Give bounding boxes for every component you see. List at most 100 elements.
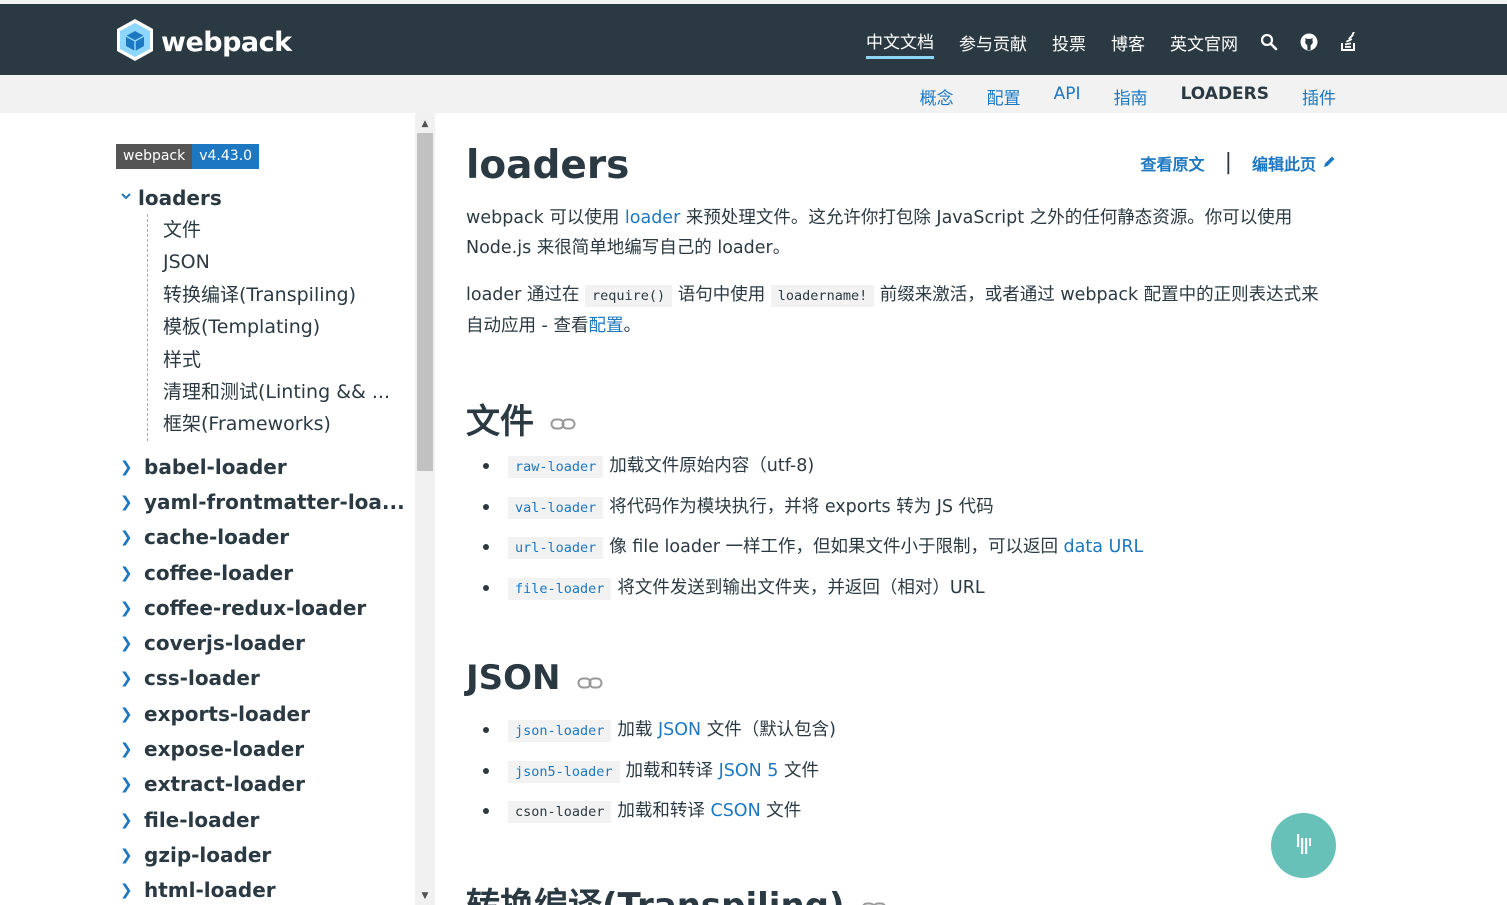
list-item: val-loader 将代码作为模块执行，并将 exports 转为 JS 代码 [483,487,1143,528]
site-logo[interactable]: webpack [115,18,292,66]
list-item-text-2: 文件 [760,801,802,822]
sidebar-item-file-loader[interactable]: ❯ file-loader [120,802,405,837]
sidebar-group-title[interactable]: loaders [120,184,390,212]
sidebar-subitem-styling[interactable]: 样式 [163,344,390,376]
loader-code-link[interactable]: json-loader [508,720,612,742]
loader-code-link[interactable]: json5-loader [508,760,620,783]
sidebar-item-yaml-frontmatter-loader[interactable]: ❯ yaml-frontmatter-loa... [120,484,405,519]
sidebar-item-extract-loader[interactable]: ❯ extract-loader [120,767,405,802]
gitter-icon [1296,833,1311,858]
sidebar-subitem-json[interactable]: JSON [163,246,390,278]
version-badge-label: webpack [116,144,193,169]
sidebar-loader-list: ❯ babel-loader ❯ yaml-frontmatter-loa... ❯… [120,449,405,905]
view-source-link[interactable]: 查看原文 [1141,151,1205,175]
chevron-right-icon: ❯ [120,881,133,900]
sidebar-subitem-files[interactable]: 文件 [163,214,390,246]
nav-item-contribute[interactable]: 参与贡献 [959,30,1027,58]
json5-link[interactable]: JSON 5 [719,761,779,781]
data-url-link[interactable]: data URL [1064,537,1144,557]
loader-code-link[interactable]: file-loader [508,577,612,600]
page-actions: 查看原文 | 编辑此页 [1141,150,1336,175]
loader-code: cson-loader [508,801,612,824]
subnav-item-loaders[interactable]: LOADERS [1181,84,1269,109]
sidebar-item-label: html-loader [144,878,276,903]
chevron-right-icon: ❯ [120,492,133,511]
sidebar-subitem-templating[interactable]: 模板(Templating) [163,311,390,343]
actions-divider: | [1224,150,1232,175]
sidebar-item-coverjs-loader[interactable]: ❯ coverjs-loader [120,625,405,660]
sidebar-sub-list: 文件 JSON 转换编译(Transpiling) 模板(Templating)… [147,214,390,441]
chevron-right-icon: ❯ [120,598,133,617]
sidebar-item-label: extract-loader [144,772,305,797]
list-item-text: 加载和转译 [617,801,711,822]
configuration-link[interactable]: 配置 [588,316,623,336]
json-link[interactable]: JSON [658,720,701,740]
subnav-item-guides[interactable]: 指南 [1114,84,1148,109]
scrollbar-thumb[interactable] [417,133,433,471]
loader-code-link[interactable]: val-loader [508,496,604,519]
sidebar-subitem-frameworks[interactable]: 框架(Frameworks) [163,408,390,440]
list-item-text: 加载和转译 [625,760,719,781]
sidebar-item-coffee-loader[interactable]: ❯ coffee-loader [120,555,405,590]
loader-code-link[interactable]: url-loader [508,537,604,560]
sidebar-item-label: cache-loader [144,525,290,550]
sidebar-item-label: coffee-redux-loader [144,595,367,620]
sidebar-item-label: file-loader [144,807,260,832]
list-item-text-2: 文件 [778,760,820,781]
subnav-item-plugins[interactable]: 插件 [1302,84,1336,109]
chevron-right-icon: ❯ [120,457,133,476]
github-icon[interactable] [1300,33,1318,55]
list-item-text: 加载 [617,720,658,740]
sidebar-item-gzip-loader[interactable]: ❯ gzip-loader [120,837,405,872]
sidebar-subitem-transpiling[interactable]: 转换编译(Transpiling) [163,279,390,311]
subnav-item-configuration[interactable]: 配置 [987,84,1021,109]
page-title: loaders [466,143,630,188]
nav-item-vote[interactable]: 投票 [1052,30,1086,58]
nav-item-docs-cn[interactable]: 中文文档 [866,28,934,59]
chevron-right-icon: ❯ [120,669,133,688]
sidebar-group-label: loaders [138,186,222,210]
chevron-right-icon: ❯ [120,634,133,653]
chevron-right-icon: ❯ [120,528,133,547]
link-icon[interactable] [577,658,603,698]
version-badge[interactable]: webpack v4.43.0 [116,144,260,169]
intro-paragraph: webpack 可以使用 loader 来预处理文件。这允许你打包除 JavaS… [466,203,1336,263]
list-item: json-loader 加载 JSON 文件（默认包含) [483,710,836,751]
sidebar-subitem-linting[interactable]: 清理和测试(Linting && ... [163,376,390,408]
sidebar-item-label: babel-loader [144,454,287,479]
link-icon[interactable] [861,883,887,905]
subnav-item-concepts[interactable]: 概念 [920,84,954,109]
sidebar-item-coffee-redux-loader[interactable]: ❯ coffee-redux-loader [120,590,405,625]
sidebar-scrollbar[interactable]: ▲ ▼ [415,113,435,905]
sidebar-item-cache-loader[interactable]: ❯ cache-loader [120,520,405,555]
sidebar-item-html-loader[interactable]: ❯ html-loader [120,873,405,905]
sidebar-item-css-loader[interactable]: ❯ css-loader [120,661,405,696]
loader-link[interactable]: loader [625,208,680,228]
list-item-text: 像 file loader 一样工作，但如果文件小于限制，可以返回 [609,537,1064,558]
subnav-item-api[interactable]: API [1054,84,1081,109]
nav-item-english-site[interactable]: 英文官网 [1170,30,1238,58]
edit-page-link[interactable]: 编辑此页 [1252,151,1316,175]
scroll-up-arrow-icon[interactable]: ▲ [415,115,435,133]
nav-item-blog[interactable]: 博客 [1111,30,1145,58]
webpack-cube-icon [115,18,155,66]
sub-nav-bar: 概念 配置 API 指南 LOADERS 插件 [0,75,1507,113]
json-loader-list: json-loader 加载 JSON 文件（默认包含) json5-loader… [483,710,836,832]
gitter-chat-button[interactable] [1271,813,1336,878]
loader-code-link[interactable]: raw-loader [508,456,604,478]
sidebar-item-exports-loader[interactable]: ❯ exports-loader [120,696,405,731]
stackoverflow-icon[interactable] [1340,30,1357,55]
sidebar-item-label: gzip-loader [144,842,272,867]
search-icon[interactable] [1260,33,1278,55]
sidebar-item-babel-loader[interactable]: ❯ babel-loader [120,449,405,484]
cson-link[interactable]: CSON [710,801,760,821]
scroll-down-arrow-icon[interactable]: ▼ [415,887,435,905]
list-item-text: 将代码作为模块执行，并将 exports 转为 JS 代码 [609,496,994,517]
files-loader-list: raw-loader 加载文件原始内容（utf-8) val-loader 将代码作… [483,446,1143,608]
list-item: url-loader 像 file loader 一样工作，但如果文件小于限制，可… [483,527,1143,568]
edit-pencil-icon[interactable] [1323,153,1336,172]
sidebar-item-expose-loader[interactable]: ❯ expose-loader [120,731,405,766]
activation-paragraph: loader 通过在 require() 语句中使用 loadername! 前… [466,280,1336,341]
link-icon[interactable] [550,399,576,439]
chevron-right-icon: ❯ [120,704,133,723]
